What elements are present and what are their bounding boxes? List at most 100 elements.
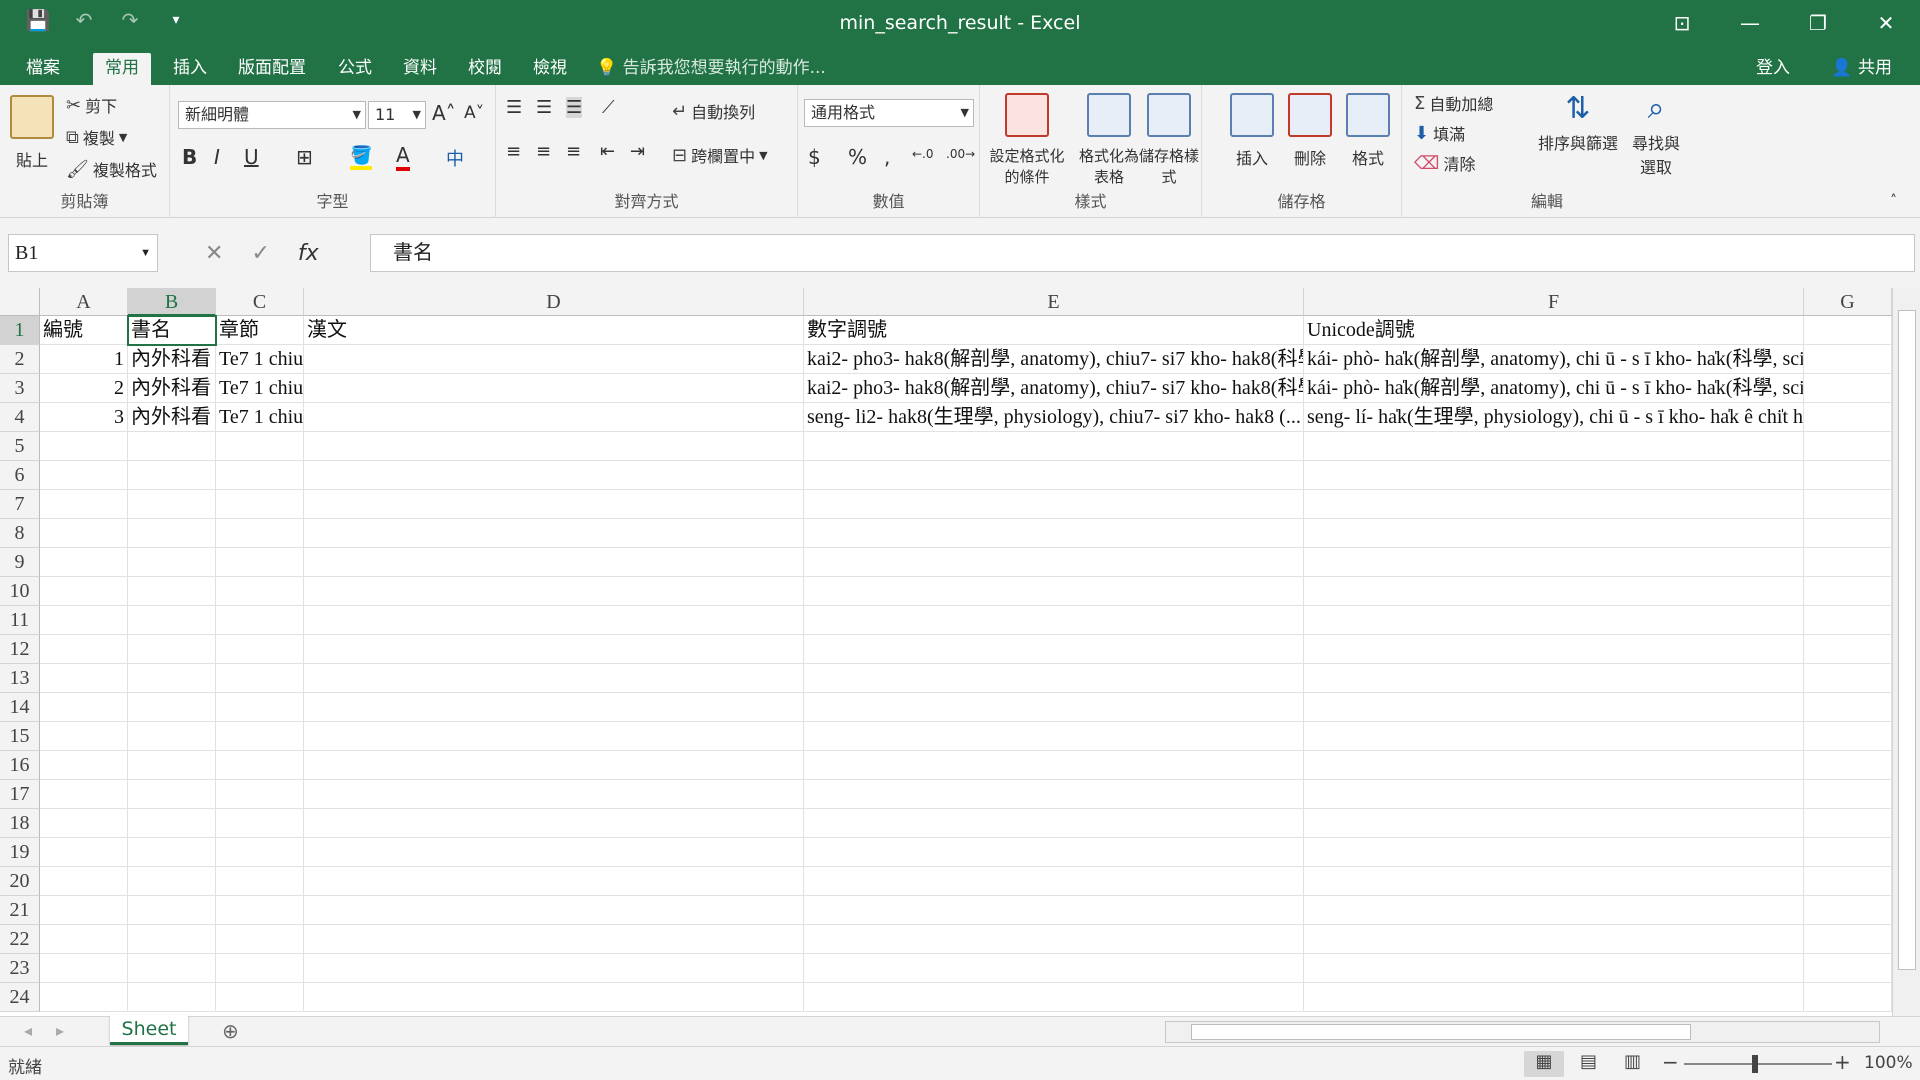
- cell-c22[interactable]: [216, 925, 304, 954]
- cell-f23[interactable]: [1304, 954, 1804, 983]
- cell-c11[interactable]: [216, 606, 304, 635]
- cell-c13[interactable]: [216, 664, 304, 693]
- cell-b16[interactable]: [128, 751, 216, 780]
- cell-d11[interactable]: [304, 606, 804, 635]
- cell-e5[interactable]: [804, 432, 1304, 461]
- cell-g6[interactable]: [1804, 461, 1892, 490]
- cell-a23[interactable]: [40, 954, 128, 983]
- borders-button[interactable]: ⊞: [296, 145, 313, 169]
- prev-sheet-icon[interactable]: ◂: [24, 1021, 32, 1040]
- fill-button[interactable]: ⬇ 填滿: [1414, 121, 1465, 145]
- cell-b17[interactable]: [128, 780, 216, 809]
- cell-d12[interactable]: [304, 635, 804, 664]
- cell-b22[interactable]: [128, 925, 216, 954]
- row-header-3[interactable]: 3: [0, 374, 40, 403]
- vertical-scroll-thumb[interactable]: [1898, 310, 1916, 970]
- close-icon[interactable]: ✕: [1852, 0, 1920, 47]
- cell-f8[interactable]: [1304, 519, 1804, 548]
- cell-c1[interactable]: 章節: [216, 316, 304, 345]
- cell-b23[interactable]: [128, 954, 216, 983]
- tab-view[interactable]: 檢視: [521, 53, 579, 85]
- cell-b4[interactable]: 內外科看: [128, 403, 216, 432]
- align-right-button[interactable]: ≡: [566, 141, 581, 162]
- font-name-select[interactable]: 新細明體 ▼: [178, 101, 366, 129]
- add-sheet-icon[interactable]: ⊕: [222, 1019, 239, 1043]
- collapse-ribbon-button[interactable]: ˄: [1890, 193, 1897, 209]
- cell-g22[interactable]: [1804, 925, 1892, 954]
- format-painter-button[interactable]: 🖌 複製格式: [66, 157, 157, 181]
- column-header-d[interactable]: D: [304, 288, 804, 316]
- cell-e16[interactable]: [804, 751, 1304, 780]
- cell-c9[interactable]: [216, 548, 304, 577]
- column-header-c[interactable]: C: [216, 288, 304, 316]
- row-header-19[interactable]: 19: [0, 838, 40, 867]
- cell-f6[interactable]: [1304, 461, 1804, 490]
- cell-b5[interactable]: [128, 432, 216, 461]
- cell-e9[interactable]: [804, 548, 1304, 577]
- font-size-select[interactable]: 11 ▼: [368, 101, 426, 129]
- insert-cells-button[interactable]: 插入: [1228, 93, 1276, 169]
- tab-page-layout[interactable]: 版面配置: [226, 53, 318, 85]
- cell-a15[interactable]: [40, 722, 128, 751]
- cell-e12[interactable]: [804, 635, 1304, 664]
- cell-g24[interactable]: [1804, 983, 1892, 1012]
- cell-e8[interactable]: [804, 519, 1304, 548]
- tab-review[interactable]: 校閱: [456, 53, 514, 85]
- zoom-slider-thumb[interactable]: [1752, 1055, 1758, 1073]
- grow-font-button[interactable]: A˄: [432, 101, 456, 125]
- cell-b20[interactable]: [128, 867, 216, 896]
- increase-indent-button[interactable]: ⇥: [630, 141, 645, 162]
- cell-f3[interactable]: kái- phò- ha̍k(解剖學, anatomy), chi ū - s …: [1304, 374, 1804, 403]
- cell-a16[interactable]: [40, 751, 128, 780]
- cell-f19[interactable]: [1304, 838, 1804, 867]
- cell-f20[interactable]: [1304, 867, 1804, 896]
- cell-d15[interactable]: [304, 722, 804, 751]
- tab-data[interactable]: 資料: [391, 53, 449, 85]
- row-header-2[interactable]: 2: [0, 345, 40, 374]
- orientation-button[interactable]: ⟋: [602, 97, 615, 118]
- tab-formulas[interactable]: 公式: [326, 53, 384, 85]
- row-header-24[interactable]: 24: [0, 983, 40, 1012]
- row-header-8[interactable]: 8: [0, 519, 40, 548]
- cell-e7[interactable]: [804, 490, 1304, 519]
- cell-b18[interactable]: [128, 809, 216, 838]
- cell-a13[interactable]: [40, 664, 128, 693]
- cell-b13[interactable]: [128, 664, 216, 693]
- cell-f5[interactable]: [1304, 432, 1804, 461]
- cell-g23[interactable]: [1804, 954, 1892, 983]
- cell-a17[interactable]: [40, 780, 128, 809]
- percent-button[interactable]: %: [848, 145, 867, 169]
- cell-g3[interactable]: [1804, 374, 1892, 403]
- cell-e22[interactable]: [804, 925, 1304, 954]
- normal-view-icon[interactable]: ▦: [1524, 1051, 1564, 1077]
- row-header-12[interactable]: 12: [0, 635, 40, 664]
- column-header-a[interactable]: A: [40, 288, 128, 316]
- row-header-18[interactable]: 18: [0, 809, 40, 838]
- cell-a22[interactable]: [40, 925, 128, 954]
- cell-d1[interactable]: 漢文: [304, 316, 804, 345]
- row-header-7[interactable]: 7: [0, 490, 40, 519]
- cell-b3[interactable]: 內外科看: [128, 374, 216, 403]
- cell-g16[interactable]: [1804, 751, 1892, 780]
- cell-f22[interactable]: [1304, 925, 1804, 954]
- name-box[interactable]: B1 ▼: [8, 234, 158, 272]
- decrease-decimal-button[interactable]: .00→: [946, 147, 975, 161]
- cell-b19[interactable]: [128, 838, 216, 867]
- shrink-font-button[interactable]: A˅: [464, 103, 484, 123]
- cell-b8[interactable]: [128, 519, 216, 548]
- underline-button[interactable]: U: [244, 145, 259, 169]
- cell-g12[interactable]: [1804, 635, 1892, 664]
- horizontal-scrollbar[interactable]: [1165, 1021, 1880, 1043]
- paste-button[interactable]: 貼上: [10, 95, 54, 171]
- cell-b11[interactable]: [128, 606, 216, 635]
- cancel-icon[interactable]: ✕: [205, 241, 223, 266]
- cell-d8[interactable]: [304, 519, 804, 548]
- cell-c20[interactable]: [216, 867, 304, 896]
- share-button[interactable]: 👤 共用: [1831, 53, 1892, 83]
- zoom-in-icon[interactable]: +: [1834, 1050, 1851, 1074]
- cell-d17[interactable]: [304, 780, 804, 809]
- row-header-4[interactable]: 4: [0, 403, 40, 432]
- cell-g2[interactable]: [1804, 345, 1892, 374]
- wrap-text-button[interactable]: ↵ 自動換列: [672, 99, 755, 123]
- conditional-format-button[interactable]: 設定格式化的條件: [986, 93, 1068, 187]
